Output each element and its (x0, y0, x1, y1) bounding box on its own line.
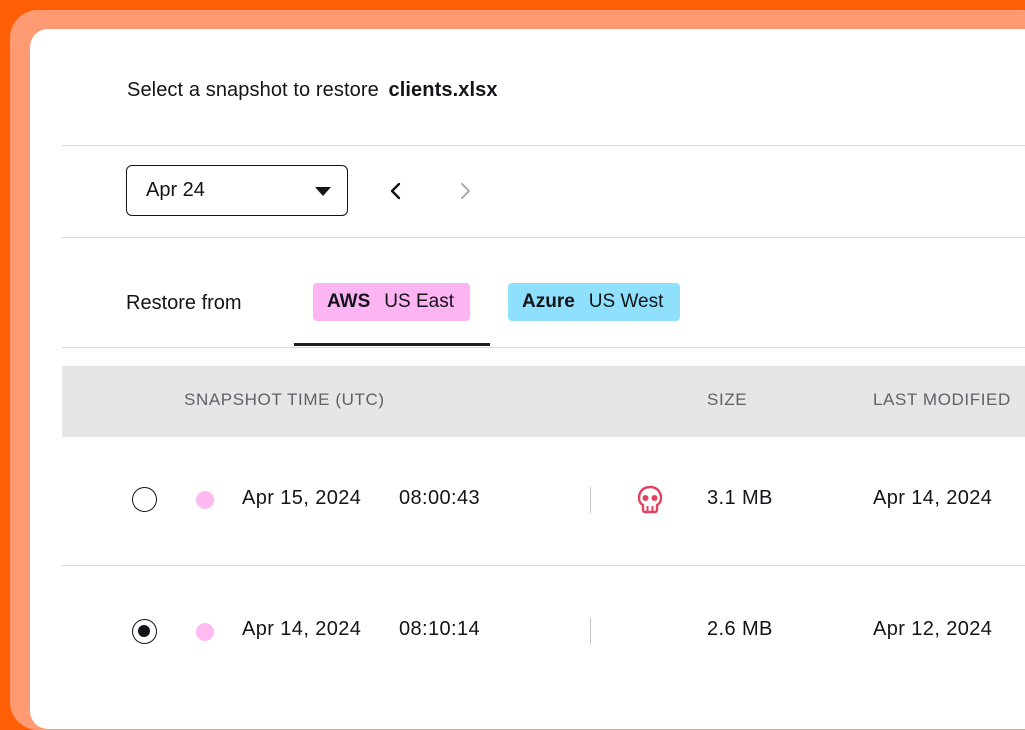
snapshot-size: 2.6 MB (707, 618, 773, 640)
chevron-down-icon (315, 187, 331, 196)
skull-icon (637, 485, 663, 514)
aws-indicator-dot (196, 491, 214, 509)
restore-panel: Select a snapshot to restore clients.xls… (30, 29, 1025, 729)
tab-provider: AWS (327, 291, 371, 312)
tab-aws-us-east[interactable]: AWS US East (313, 283, 470, 321)
snapshot-date: Apr 15, 2024 (242, 487, 362, 509)
row-radio[interactable] (132, 619, 157, 644)
chevron-right-icon (461, 183, 470, 199)
title-text: Select a snapshot to restore (127, 79, 379, 101)
chevron-left-icon (390, 182, 401, 200)
file-name: clients.xlsx (388, 79, 498, 101)
separator (590, 618, 591, 644)
date-dropdown[interactable]: Apr 24 (126, 165, 348, 216)
snapshot-date: Apr 14, 2024 (242, 618, 362, 640)
next-button[interactable] (453, 177, 477, 205)
row-radio[interactable] (132, 487, 157, 512)
table-header: SNAPSHOT TIME (UTC) SIZE LAST MODIFIED (62, 366, 1025, 437)
tab-provider: Azure (522, 291, 575, 312)
aws-indicator-dot (196, 623, 214, 641)
radio-selected-dot (138, 625, 150, 637)
column-header-last-modified: LAST MODIFIED (873, 390, 1011, 409)
previous-button[interactable] (384, 177, 408, 205)
last-modified-date: Apr 12, 2024 (873, 618, 993, 640)
last-modified-date: Apr 14, 2024 (873, 487, 993, 509)
tab-azure-us-west[interactable]: Azure US West (508, 283, 680, 321)
date-dropdown-value: Apr 24 (146, 179, 205, 201)
column-header-size: SIZE (707, 390, 748, 409)
tab-region: US East (384, 291, 454, 312)
divider (62, 145, 1025, 146)
tab-region: US West (588, 291, 664, 312)
restore-from-label: Restore from (126, 292, 242, 314)
snapshot-time: 08:10:14 (399, 618, 481, 640)
snapshot-time: 08:00:43 (399, 487, 481, 509)
table-row[interactable]: Apr 15, 2024 08:00:43 3.1 MB Apr 14, 202… (62, 437, 1025, 567)
column-header-snapshot-time: SNAPSHOT TIME (UTC) (184, 390, 385, 409)
active-tab-indicator (294, 343, 490, 346)
separator (590, 487, 591, 513)
divider (62, 347, 1025, 348)
page-title: Select a snapshot to restore clients.xls… (127, 79, 498, 102)
table-row[interactable]: Apr 14, 2024 08:10:14 2.6 MB Apr 12, 202… (62, 567, 1025, 697)
row-divider (62, 565, 1025, 566)
divider (62, 237, 1025, 238)
snapshot-size: 3.1 MB (707, 487, 773, 509)
